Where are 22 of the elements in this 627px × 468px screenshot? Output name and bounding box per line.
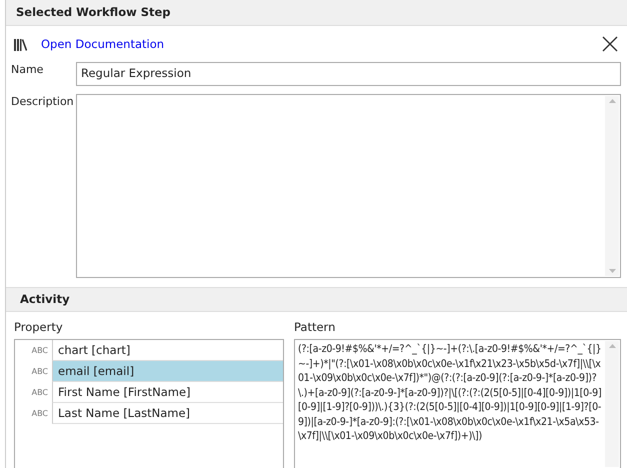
name-field[interactable]: Regular Expression <box>76 62 621 86</box>
property-item[interactable]: email [email] <box>52 361 283 382</box>
section-title: Activity <box>20 292 70 306</box>
property-item[interactable]: Last Name [LastName] <box>52 403 283 424</box>
pattern-field[interactable]: (?:[a-z0-9!#$%&'*+/=?^_`{|}~-]+(?:\.[a-z0-9!#$%&'*+/=?^_`{|}~-]+)*|"(?:[\x01-\x08\x0b\x0c\x0e-\x1f\x21\x23-\x5b\x5d-\x7f]|\\[\x01-\x09\x0b\x0c\x0e-\x7f])*")@(?:(?:[a-z0-9](?:[a-z0-9-]*[a-z0-9])?\.)+[a-z0-9](?:[a-z0-9-]*[a-z0-9])?|\[(?:(?:(2(5[0-5]|[0-4][0-9])|1[0-9][0-9]|[1-9]?[0-9]))\.){3}(?:(2(5[0-5]|[0-4][0-9])|1[0-9][0-9]|[1-9]?[0-9])|[a-z0-9-]*[a-z0-9]:(?:[\x01-\x08\x0b\x0c\x0e-\x1f\x21-\x5a\x53-\x7f]|\\[\x01-\x09\x0b\x0c\x0e-\x7f])+)\]) <box>294 339 621 468</box>
books-icon[interactable] <box>14 38 27 51</box>
scroll-up-icon[interactable] <box>608 98 616 102</box>
type-tag: ABC <box>15 366 52 378</box>
type-tag: ABC <box>15 344 52 356</box>
field-label: Name <box>11 62 44 78</box>
column-label: Property <box>14 318 64 336</box>
type-tag: ABC <box>15 386 52 398</box>
field-label: Description <box>11 94 74 108</box>
description-field[interactable] <box>76 94 621 278</box>
property-item[interactable]: First Name [FirstName] <box>52 382 283 403</box>
scroll-up-icon[interactable] <box>608 344 616 348</box>
scroll-down-icon[interactable] <box>608 268 616 272</box>
documentation-link[interactable]: Open Documentation <box>41 36 164 53</box>
panel-title: Selected Workflow Step <box>16 4 171 21</box>
column-label: Pattern <box>294 318 336 336</box>
close-button[interactable] <box>601 35 619 54</box>
type-tag: ABC <box>15 408 52 420</box>
